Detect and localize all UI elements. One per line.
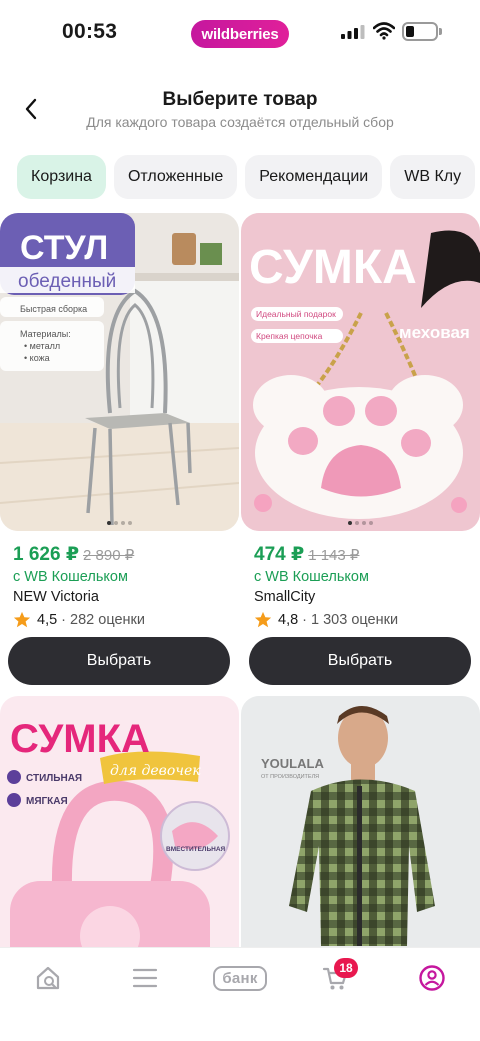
wildberries-pill: wildberries [191,20,289,48]
status-bar: 00:53 wildberries [0,0,480,68]
bag-tag-1: Идеальный подарок [256,309,336,319]
bottom-navigation: банк 18 [0,947,480,1041]
image-pager-dots [0,521,239,525]
bag-tag-2: Крепкая цепочка [256,331,323,341]
nav-home[interactable] [33,962,63,994]
bank-button: банк [213,965,267,991]
wifi-icon [373,22,395,40]
star-icon [13,611,31,628]
wallet-note: с WB Кошельком [254,569,369,585]
signal-icon [341,25,365,39]
choose-button[interactable]: Выбрать [249,637,471,685]
chair-note-text: Быстрая сборка [20,304,87,314]
star-icon [254,611,272,628]
chair-material-1: • металл [24,341,60,351]
girls-bag-feature-1: СТИЛЬНАЯ [26,773,82,784]
nav-profile[interactable] [417,962,447,994]
old-price: 2 890 ₽ [83,547,135,564]
jacket-photo: YOULALA ОТ ПРОИЗВОДИТЕЛЯ [241,696,480,947]
rating: 4,5 · 282 оценки [13,611,145,629]
price: 474 ₽ [254,544,305,565]
product-card[interactable]: СУМКА Идеальный подарок Крепкая цепочка … [241,213,480,693]
bag-side-label: меховая [399,323,470,342]
page-title: Выберите товар [162,89,318,110]
girls-bag-feature-2: МЯГКАЯ [26,796,68,807]
jacket-logo-sub: ОТ ПРОИЗВОДИТЕЛЯ [261,774,319,780]
home-search-icon [36,966,60,990]
chair-title-text: СТУЛ [20,229,108,267]
rating-value: 4,5 [37,612,58,628]
catalog-menu-icon [132,968,158,988]
image-pager-dots [241,521,480,525]
cart-count-badge: 18 [334,958,358,978]
bag-photo: СУМКА Идеальный подарок Крепкая цепочка … [241,213,480,531]
product-image-bag[interactable]: СУМКА Идеальный подарок Крепкая цепочка … [241,213,480,531]
nav-catalog[interactable] [130,962,160,994]
brand-name: SmallCity [254,589,316,605]
bag-title-text: СУМКА [249,241,417,294]
tab-cart[interactable]: Корзина [17,155,106,199]
choose-button[interactable]: Выбрать [8,637,230,685]
category-tabs: Корзина Отложенные Рекомендации WB Клу [17,155,480,199]
tab-wb-club[interactable]: WB Клу [390,155,476,199]
status-time: 00:53 [62,20,118,43]
brand-name: NEW Victoria [13,589,99,605]
profile-icon [419,965,445,991]
girls-bag-photo: СУМКА для девочек СТИЛЬНАЯ МЯГКАЯ ВМЕСТИ… [0,696,239,947]
chair-photo: СТУЛ обеденный Быстрая сборка Материалы:… [0,213,239,531]
girls-bag-feature-3: ВМЕСТИТЕЛЬНАЯ [166,846,226,853]
price-row: 1 626 ₽2 890 ₽ [13,543,134,566]
chair-subtitle-text: обеденный [18,271,116,292]
nav-bank[interactable]: банк [210,962,270,994]
old-price: 1 143 ₽ [308,547,360,564]
product-image-jacket[interactable]: YOULALA ОТ ПРОИЗВОДИТЕЛЯ [241,696,480,947]
product-card[interactable]: YOULALA ОТ ПРОИЗВОДИТЕЛЯ [241,696,480,947]
product-card[interactable]: СУМКА для девочек СТИЛЬНАЯ МЯГКАЯ ВМЕСТИ… [0,696,239,947]
battery-icon [402,22,438,41]
price: 1 626 ₽ [13,544,80,565]
jacket-logo: YOULALA [261,756,324,771]
page-subtitle: Для каждого товара создаётся отдельный с… [86,114,394,130]
wallet-note: с WB Кошельком [13,569,128,585]
chair-material-2: • кожа [24,353,50,363]
battery-tip [439,28,442,35]
rating: 4,8 · 1 303 оценки [254,611,398,629]
product-image-girls-bag[interactable]: СУМКА для девочек СТИЛЬНАЯ МЯГКАЯ ВМЕСТИ… [0,696,239,947]
chair-materials-label: Материалы: [20,329,71,339]
girls-bag-script: для девочек [110,763,201,779]
tab-deferred[interactable]: Отложенные [113,155,238,199]
product-card[interactable]: СТУЛ обеденный Быстрая сборка Материалы:… [0,213,239,693]
rating-value: 4,8 [278,612,299,628]
product-image-chair[interactable]: СТУЛ обеденный Быстрая сборка Материалы:… [0,213,239,531]
girls-bag-title: СУМКА [10,717,150,761]
tab-recommendations[interactable]: Рекомендации [245,155,383,199]
review-count: · 282 оценки [61,612,145,628]
price-row: 474 ₽1 143 ₽ [254,543,359,566]
review-count: · 1 303 оценки [302,612,399,628]
